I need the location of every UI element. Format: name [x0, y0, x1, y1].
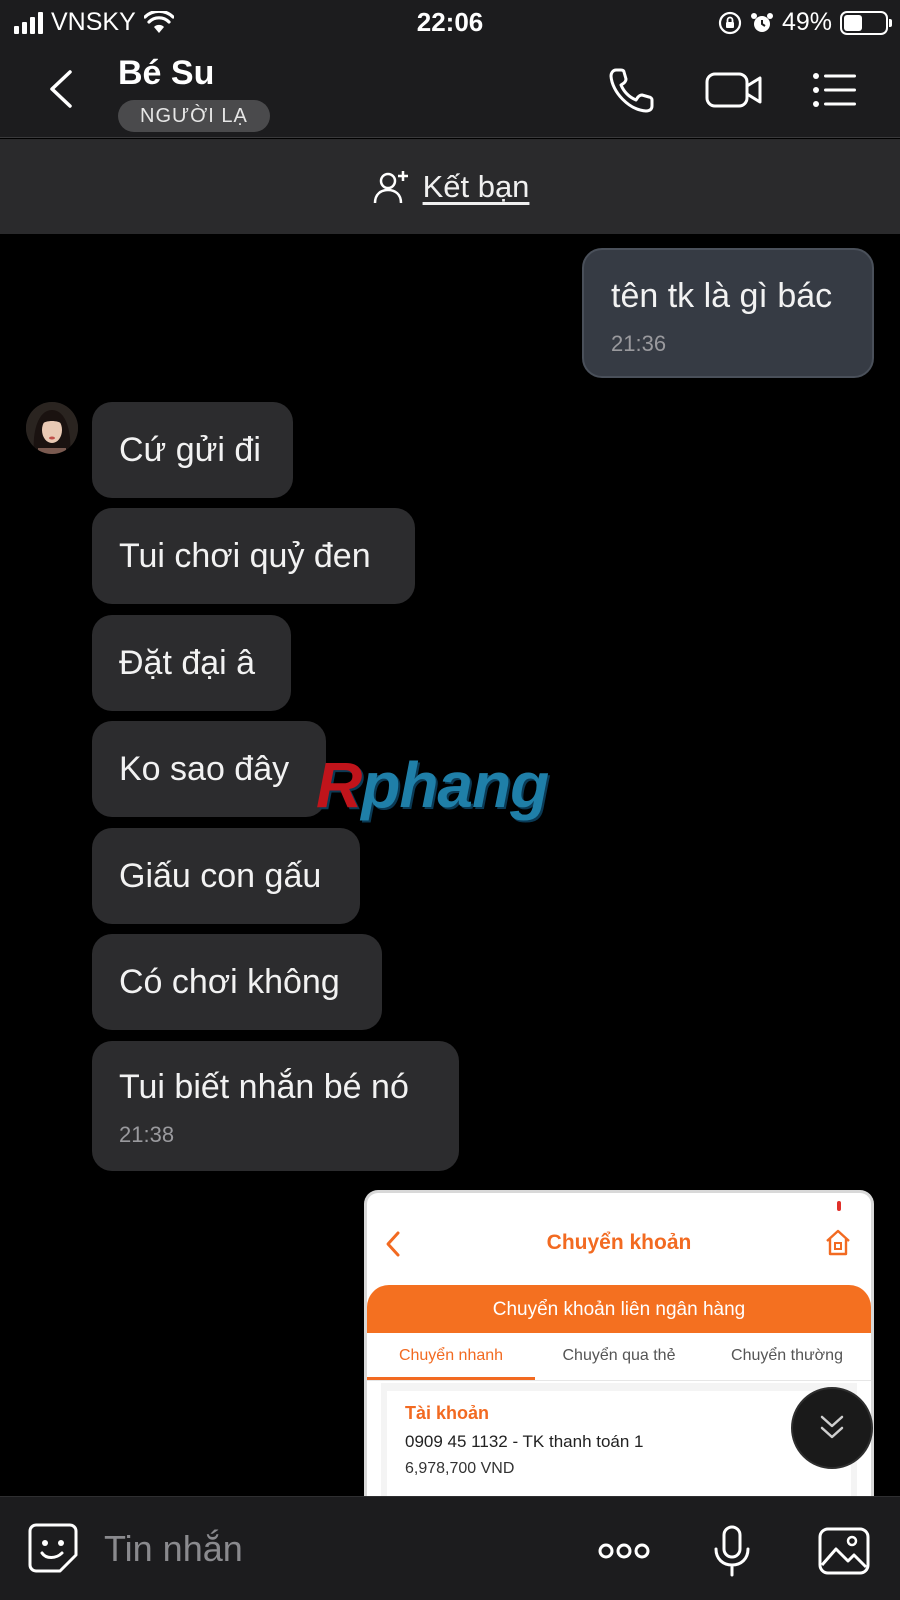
- tab-card-transfer: Chuyển qua thẻ: [562, 1347, 676, 1364]
- transfer-title: Chuyển khoản: [546, 1231, 692, 1254]
- status-bar: VNSKY 22:06 49%: [0, 0, 900, 44]
- recording-dot: [837, 1201, 841, 1211]
- message-text: Có chơi không: [119, 963, 340, 1001]
- message-text: Giấu con gấu: [119, 857, 322, 895]
- chat-header: Bé Su NGƯỜI LẠ: [0, 44, 900, 138]
- chevron-left-icon[interactable]: [40, 64, 84, 114]
- message-bubble-outgoing[interactable]: tên tk là gì bác 21:36: [582, 248, 874, 378]
- tab-regular-transfer: Chuyển thường: [731, 1347, 843, 1364]
- message-composer: [0, 1496, 900, 1600]
- image-icon[interactable]: [816, 1523, 872, 1579]
- transfer-tabs: Chuyển nhanh Chuyển qua thẻ Chuyển thườn…: [367, 1333, 871, 1381]
- message-bubble-incoming[interactable]: Ko sao đây: [92, 721, 326, 817]
- message-text: tên tk là gì bác: [611, 277, 833, 315]
- scroll-to-bottom-button[interactable]: [791, 1387, 873, 1469]
- message-bubble-incoming[interactable]: Cứ gửi đi: [92, 402, 293, 498]
- video-camera-icon[interactable]: [704, 62, 764, 118]
- watermark-logo: Rphang: [316, 749, 549, 821]
- add-friend-link[interactable]: Kết bạn: [423, 169, 530, 205]
- status-right: 49%: [718, 8, 892, 37]
- message-time: 21:38: [119, 1121, 175, 1147]
- message-time: 21:36: [611, 330, 667, 356]
- phone-icon[interactable]: [604, 62, 660, 118]
- message-bubble-incoming[interactable]: Giấu con gấu: [92, 828, 360, 924]
- sticker-icon[interactable]: [26, 1521, 80, 1575]
- message-text: Tui biết nhắn bé nó: [119, 1068, 409, 1106]
- account-balance: 6,978,700 VND: [405, 1460, 515, 1477]
- message-bubble-incoming[interactable]: Có chơi không: [92, 934, 382, 1030]
- orientation-lock-icon: [718, 11, 742, 34]
- list-menu-icon[interactable]: [808, 62, 864, 118]
- battery-icon: [840, 10, 892, 35]
- avatar[interactable]: [26, 402, 78, 454]
- interbank-banner: Chuyển khoản liên ngân hàng: [367, 1285, 871, 1333]
- home-icon: [826, 1229, 850, 1256]
- stranger-badge: NGƯỜI LẠ: [118, 100, 270, 132]
- account-label: Tài khoản: [405, 1403, 490, 1423]
- account-section: Tài khoản 0909 45 1132 - TK thanh toán 1…: [381, 1383, 857, 1496]
- contact-name[interactable]: Bé Su: [118, 54, 214, 93]
- add-friend-bar[interactable]: Kết bạn: [0, 139, 900, 234]
- battery-percent: 49%: [781, 8, 832, 36]
- account-name: 0909 45 1132 - TK thanh toán 1: [405, 1432, 644, 1451]
- alarm-icon: [750, 12, 773, 32]
- microphone-icon[interactable]: [704, 1523, 760, 1579]
- message-bubble-incoming[interactable]: Tui biết nhắn bé nó 21:38: [92, 1041, 459, 1171]
- message-input[interactable]: [104, 1521, 564, 1577]
- message-bubble-incoming[interactable]: Đặt đại â: [92, 615, 291, 711]
- message-text: Ko sao đây: [119, 750, 290, 788]
- account-card: Tài khoản 0909 45 1132 - TK thanh toán 1…: [387, 1391, 851, 1496]
- tab-fast-transfer: Chuyển nhanh: [367, 1333, 535, 1380]
- double-chevron-down-icon: [820, 1415, 844, 1439]
- add-user-icon: [373, 170, 408, 203]
- message-text: Tui chơi quỷ đen: [119, 537, 371, 575]
- more-dots-icon[interactable]: [596, 1523, 652, 1579]
- message-bubble-incoming[interactable]: Tui chơi quỷ đen: [92, 508, 415, 604]
- message-text: Cứ gửi đi: [119, 431, 261, 469]
- message-text: Đặt đại â: [119, 644, 256, 682]
